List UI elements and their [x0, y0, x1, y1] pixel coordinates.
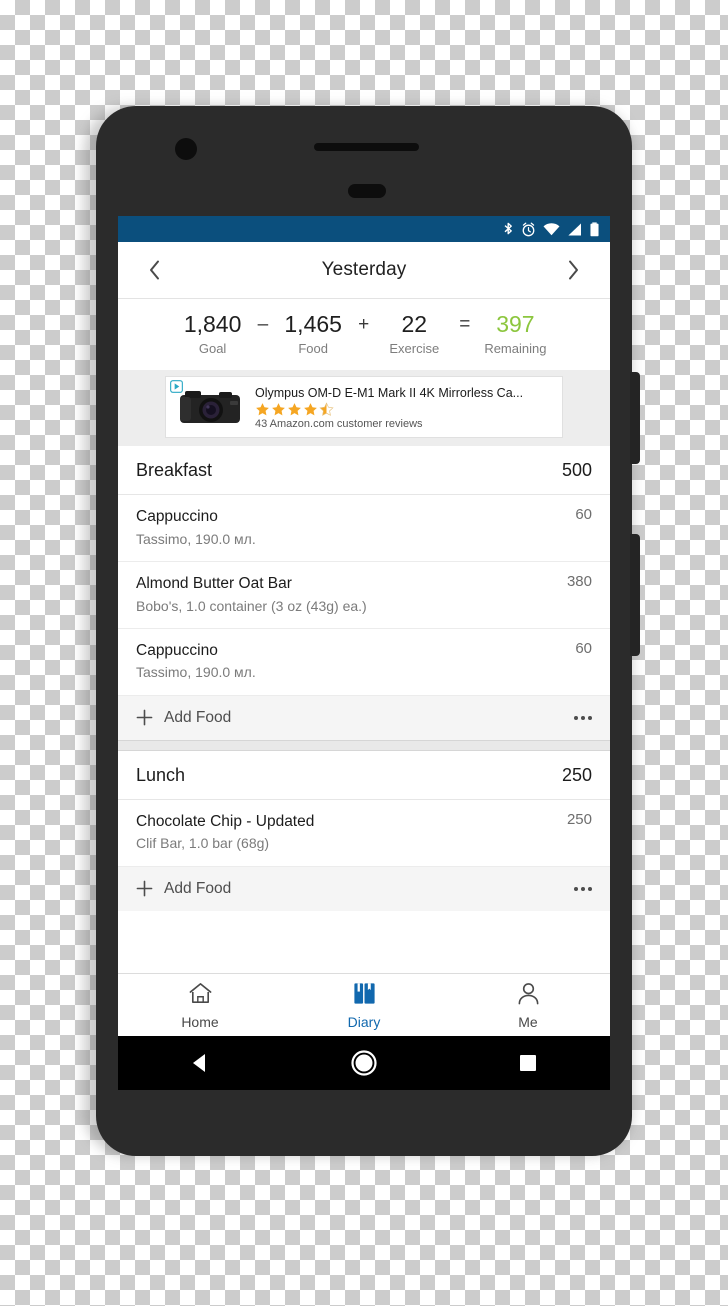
battery-icon: [589, 221, 600, 237]
meal-name: Breakfast: [136, 460, 213, 481]
exercise-value: 22: [401, 311, 428, 337]
previous-day-button[interactable]: [138, 253, 172, 287]
add-food-label: Add Food: [164, 708, 232, 726]
food-description: Tassimo, 190.0 мл.: [136, 664, 256, 681]
summary-exercise: 22 Exercise: [375, 311, 453, 356]
front-camera-icon: [175, 138, 197, 160]
summary-food: 1,465 Food: [274, 311, 352, 356]
more-options-icon[interactable]: [574, 886, 592, 891]
food-description: Tassimo, 190.0 мл.: [136, 530, 256, 547]
tab-label: Me: [518, 1013, 538, 1030]
goal-value: 1,840: [183, 311, 242, 337]
add-food-label: Add Food: [164, 879, 232, 897]
summary-remaining: 397 Remaining: [476, 311, 554, 356]
status-bar: [118, 216, 610, 242]
earpiece-speaker: [314, 143, 419, 151]
more-options-icon[interactable]: [574, 715, 592, 720]
meal-header-lunch[interactable]: Lunch 250: [118, 751, 610, 800]
tab-diary[interactable]: Diary: [282, 981, 446, 1030]
goal-label: Goal: [198, 341, 227, 357]
food-row[interactable]: Chocolate Chip - Updated Clif Bar, 1.0 b…: [118, 800, 610, 867]
ad-product-image: [174, 382, 248, 432]
operator-plus: +: [358, 313, 370, 335]
food-main: Chocolate Chip - Updated Clif Bar, 1.0 b…: [136, 811, 314, 854]
food-name: Almond Butter Oat Bar: [136, 575, 292, 593]
home-icon: [188, 981, 213, 1011]
food-calories: 380: [566, 573, 592, 591]
system-home-button[interactable]: [282, 1048, 446, 1078]
food-row[interactable]: Almond Butter Oat Bar Bobo's, 1.0 contai…: [118, 562, 610, 629]
food-diary-list: Breakfast 500 Cappuccino Tassimo, 190.0 …: [118, 446, 610, 911]
tab-home[interactable]: Home: [118, 981, 282, 1030]
adchoices-icon[interactable]: [170, 380, 183, 398]
tab-label: Diary: [347, 1013, 381, 1030]
next-day-button[interactable]: [556, 253, 590, 287]
ad-text-block: Olympus OM-D E-M1 Mark II 4K Mirrorless …: [255, 385, 554, 431]
proximity-sensor: [348, 184, 386, 198]
ad-title: Olympus OM-D E-M1 Mark II 4K Mirrorless …: [255, 385, 524, 400]
alarm-icon: [521, 222, 536, 237]
food-main: Cappuccino Tassimo, 190.0 мл.: [136, 640, 256, 683]
page-title: Yesterday: [321, 259, 407, 280]
food-row[interactable]: Cappuccino Tassimo, 190.0 мл. 60: [118, 629, 610, 696]
remaining-value: 397: [496, 311, 535, 337]
cellular-signal-icon: [567, 223, 582, 236]
operator-equals: =: [459, 313, 471, 335]
wifi-icon: [543, 222, 560, 236]
bluetooth-icon: [503, 222, 514, 237]
food-calories: 60: [575, 639, 592, 657]
food-row[interactable]: Cappuccino Tassimo, 190.0 мл. 60: [118, 495, 610, 563]
meal-header-breakfast[interactable]: Breakfast 500: [118, 446, 610, 496]
power-button[interactable]: [630, 372, 640, 464]
food-value: 1,465: [284, 311, 342, 337]
ad-star-rating: [255, 402, 554, 417]
food-calories: 250: [566, 810, 592, 828]
system-back-button[interactable]: [118, 1050, 282, 1076]
diary-date-header: Yesterday: [118, 242, 610, 299]
food-calories: 60: [575, 506, 592, 524]
food-name: Chocolate Chip - Updated: [136, 812, 315, 830]
bottom-tab-bar: Home Diary Me: [118, 973, 610, 1036]
image-canvas: Yesterday 1,840 Goal – 1,465 Food + 22 E…: [0, 0, 728, 1306]
add-food-left: Add Food: [136, 880, 231, 898]
remaining-label: Remaining: [484, 341, 547, 357]
food-name: Cappuccino: [136, 641, 218, 659]
plus-icon: [136, 880, 153, 897]
calorie-summary[interactable]: 1,840 Goal – 1,465 Food + 22 Exercise = …: [118, 299, 610, 371]
food-description: Bobo's, 1.0 container (3 oz (43g) ea.): [136, 597, 367, 614]
tab-me[interactable]: Me: [446, 981, 610, 1030]
add-food-left: Add Food: [136, 709, 231, 727]
phone-screen: Yesterday 1,840 Goal – 1,465 Food + 22 E…: [118, 216, 610, 1090]
food-description: Clif Bar, 1.0 bar (68g): [136, 835, 270, 852]
plus-icon: [136, 709, 153, 726]
android-system-nav: [118, 1036, 610, 1090]
food-main: Cappuccino Tassimo, 190.0 мл.: [136, 506, 256, 549]
section-divider: [118, 739, 610, 751]
add-food-row-lunch[interactable]: Add Food: [118, 866, 610, 911]
meal-calories: 500: [561, 460, 592, 481]
meal-calories: 250: [561, 764, 592, 785]
person-icon: [516, 981, 541, 1011]
advertisement-banner: Olympus OM-D E-M1 Mark II 4K Mirrorless …: [118, 370, 610, 447]
ad-review-count: 43 Amazon.com customer reviews: [255, 418, 423, 431]
ad-card[interactable]: Olympus OM-D E-M1 Mark II 4K Mirrorless …: [165, 376, 563, 439]
summary-goal: 1,840 Goal: [174, 311, 252, 356]
exercise-label: Exercise: [389, 341, 440, 357]
meal-name: Lunch: [136, 764, 186, 785]
book-icon: [352, 981, 377, 1011]
volume-rocker-button[interactable]: [630, 534, 640, 656]
system-recents-button[interactable]: [446, 1052, 610, 1074]
food-label: Food: [298, 341, 328, 357]
food-main: Almond Butter Oat Bar Bobo's, 1.0 contai…: [136, 573, 367, 616]
operator-minus: –: [257, 313, 269, 335]
add-food-row-breakfast[interactable]: Add Food: [118, 695, 610, 740]
food-name: Cappuccino: [136, 508, 218, 526]
tab-label: Home: [181, 1013, 219, 1030]
